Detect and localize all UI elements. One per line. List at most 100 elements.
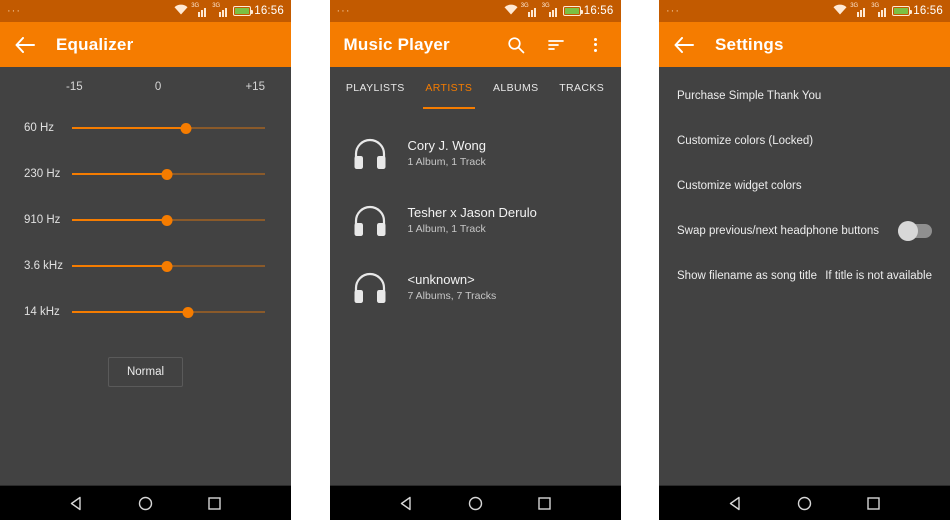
android-nav-bar [0,485,291,520]
settings-toggle-switch[interactable] [898,220,932,241]
artist-name: Tesher x Jason Derulo [407,204,537,220]
list-item-text: Cory J. Wong 1 Album, 1 Track [408,138,487,168]
nav-back-triangle-icon[interactable] [396,493,416,513]
phone-music-player: ··· 3G 3G 16:56 Music Player PLAYLISTS A… [329,0,621,520]
wifi-icon [833,2,847,20]
tab-artists[interactable]: ARTISTS [415,67,483,109]
battery-charging-icon [562,6,583,16]
equalizer-band-slider[interactable] [72,210,265,230]
nav-home-circle-icon[interactable] [136,493,156,513]
equalizer-band-list: 60 Hz 230 Hz 910 Hz 3.6 kHz 14 kHz [0,105,291,335]
nav-home-circle-icon[interactable] [795,493,815,513]
signal-3g-icon-2: 3G [212,2,230,17]
settings-row-label: Show filename as song title [677,269,817,282]
list-item[interactable]: <unknown> 7 Albums, 7 Tracks [330,253,621,320]
settings-appbar: Settings [659,22,950,67]
artist-detail: 1 Album, 1 Track [407,155,486,168]
tab-albums[interactable]: ALBUMS [483,67,549,109]
settings-row[interactable]: Customize widget colors [659,163,950,208]
settings-row[interactable]: Show filename as song title If title is n… [659,253,950,298]
settings-row[interactable]: Swap previous/next headphone buttons [659,208,950,253]
status-notification-dots: ··· [7,5,21,17]
status-clock: 16:56 [913,5,943,17]
signal-3g-label-1: 3G [520,2,529,9]
status-notification-dots: ··· [666,5,680,17]
signal-3g-icon-1: 3G [520,2,539,17]
list-item[interactable]: Tesher x Jason Derulo 1 Album, 1 Track [330,186,621,253]
nav-recents-square-icon[interactable] [534,493,554,513]
slider-thumb[interactable] [161,214,173,226]
equalizer-band-label: 60 Hz [24,122,55,134]
equalizer-appbar: Equalizer [0,22,291,67]
app-title: Music Player [343,34,450,54]
status-clock: 16:56 [254,5,284,17]
signal-3g-icon-1: 3G [850,2,868,17]
settings-row[interactable]: Customize colors (Locked) [659,118,950,163]
settings-row[interactable]: Purchase Simple Thank You [659,73,950,118]
equalizer-band-label: 14 kHz [24,306,60,318]
battery-charging-icon [892,6,913,16]
slider-thumb[interactable] [182,306,194,318]
signal-3g-label-1: 3G [191,2,200,9]
status-icons: 3G 3G 16:56 [504,2,614,20]
signal-3g-label-1: 3G [850,2,859,9]
music-player-appbar: Music Player [329,22,621,67]
status-bar: ··· 3G 3G 16:56 [659,0,950,22]
slider-fill [72,173,167,175]
sort-icon[interactable] [545,34,567,56]
slider-fill [72,127,186,129]
equalizer-band-slider[interactable] [72,164,265,184]
tab-tracks[interactable]: TRACKS [549,67,615,109]
slider-fill [72,311,188,313]
page-title: Settings [715,34,784,54]
artist-name: Cory J. Wong [407,137,487,153]
artist-detail: 1 Album, 1 Track [407,222,486,235]
toggle-thumb [898,220,918,241]
slider-thumb[interactable] [161,260,173,272]
nav-back-triangle-icon[interactable] [67,493,87,513]
equalizer-body: -15 0 +15 60 Hz 230 Hz 910 Hz 3.6 kHz 14 kHz… [0,67,291,485]
nav-home-circle-icon[interactable] [465,493,485,513]
artist-name: <unknown> [407,271,475,287]
back-arrow-icon[interactable] [671,32,697,58]
search-icon[interactable] [505,34,527,56]
equalizer-band-slider[interactable] [72,256,265,276]
settings-row-label: Swap previous/next headphone buttons [677,224,880,237]
status-icons: 3G 3G 16:56 [174,2,284,20]
equalizer-band-row: 910 Hz [0,197,291,243]
back-arrow-icon[interactable] [12,32,38,58]
nav-recents-square-icon[interactable] [864,493,884,513]
status-notification-dots: ··· [336,5,351,17]
equalizer-band-slider[interactable] [72,302,265,322]
slider-thumb[interactable] [180,122,192,134]
nav-recents-square-icon[interactable] [205,493,225,513]
settings-row-value: If title is not available [825,269,932,282]
equalizer-band-label: 3.6 kHz [24,260,63,272]
status-bar: ··· 3G 3G 16:56 [329,0,621,22]
slider-thumb[interactable] [161,168,173,180]
list-item-text: Tesher x Jason Derulo 1 Album, 1 Track [408,205,537,235]
signal-3g-label-2: 3G [212,2,221,9]
settings-row-label: Customize widget colors [677,179,802,192]
settings-row-label: Customize colors (Locked) [677,134,814,147]
status-bar: ··· 3G 3G 16:56 [0,0,291,22]
equalizer-band-slider[interactable] [72,118,265,138]
headphones-icon [346,267,394,307]
settings-row-label: Purchase Simple Thank You [677,89,822,102]
headphones-icon [346,200,394,240]
headphones-icon [346,133,394,173]
screenshot-stage: ··· 3G 3G 16:56 Equalizer -15 0 +15 60 H… [0,0,950,520]
appbar-actions [505,34,609,56]
list-item[interactable]: Cory J. Wong 1 Album, 1 Track [330,119,621,186]
tab-playlists[interactable]: PLAYLISTS [336,67,416,109]
status-icons: 3G 3G 16:56 [833,2,943,20]
preset-normal-button[interactable]: Normal [107,357,184,387]
wifi-icon [174,2,188,20]
status-clock: 16:56 [583,5,614,17]
overflow-menu-icon[interactable] [585,34,607,56]
page-title: Equalizer [56,34,134,54]
music-player-body: PLAYLISTS ARTISTS ALBUMS TRACKS Cory J. Won… [329,67,621,485]
artist-detail: 7 Albums, 7 Tracks [407,289,497,302]
nav-back-triangle-icon[interactable] [726,493,746,513]
phone-equalizer: ··· 3G 3G 16:56 Equalizer -15 0 +15 60 H… [0,0,291,520]
